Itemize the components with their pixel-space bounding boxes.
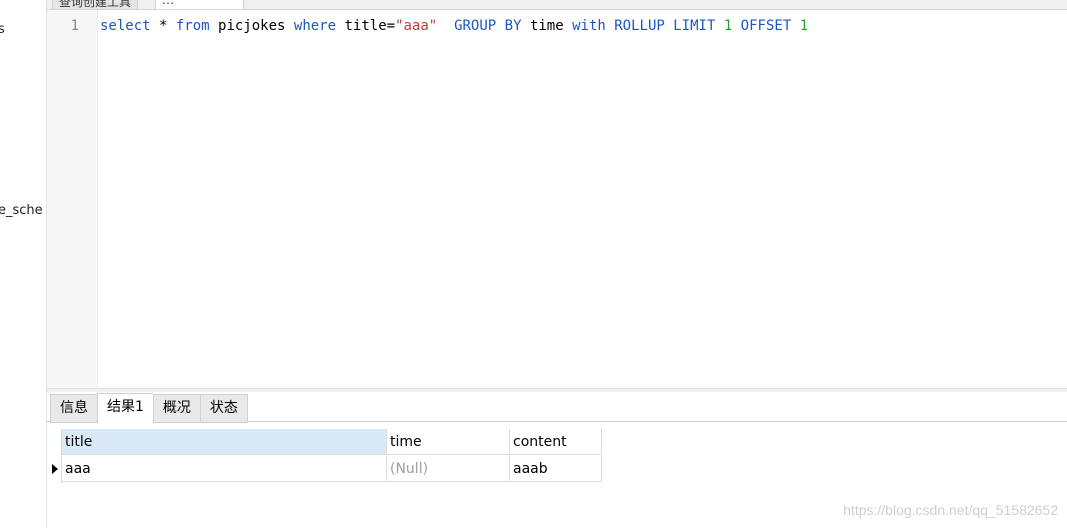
token-condition: title= [336, 18, 396, 34]
tab-info[interactable]: 信息 [50, 394, 97, 423]
token-string: "aaa" [395, 18, 438, 34]
tree-item-schema[interactable]: e_sche [0, 203, 43, 218]
token-column: time [521, 18, 573, 34]
line-gutter: 1 [47, 10, 98, 388]
tab-query-editor[interactable]: … [155, 0, 244, 9]
token-table: picjokes [209, 18, 294, 34]
query-tab-strip: 查询创建工具 … [47, 0, 1067, 10]
token-limit-number: 1 [715, 18, 733, 34]
token-offset-number: 1 [791, 18, 809, 34]
cell-title[interactable]: aaa [62, 456, 387, 482]
tree-item-s[interactable]: s [0, 22, 5, 37]
tab-profile[interactable]: 概况 [152, 394, 200, 423]
tab-query-builder[interactable]: 查询创建工具 [52, 0, 139, 9]
kw-with: with [572, 18, 606, 34]
cell-content[interactable]: aaab [510, 456, 602, 482]
kw-group-by: GROUP BY [437, 18, 522, 34]
row-indicator[interactable] [50, 456, 62, 483]
tab-result1[interactable]: 结果1 [97, 393, 153, 424]
grid-header-row: title time content [50, 429, 602, 456]
kw-from: from [175, 18, 210, 34]
kw-rollup-limit: ROLLUP LIMIT [605, 18, 716, 34]
column-header-title[interactable]: title [62, 429, 387, 455]
sql-editor[interactable]: 1 select * from picjokes where title="aa… [47, 10, 1067, 388]
cell-time[interactable]: (Null) [387, 456, 510, 482]
table-row[interactable]: aaa (Null) aaab [50, 456, 602, 483]
token-star: * [150, 18, 176, 34]
result-tabs: 信息 结果1 概况 状态 [50, 393, 248, 424]
kw-select: select [100, 18, 151, 34]
column-header-content[interactable]: content [510, 429, 602, 455]
kw-offset: OFFSET [732, 18, 792, 34]
line-number: 1 [70, 18, 79, 34]
current-row-arrow-icon [52, 464, 58, 474]
sql-code-line[interactable]: select * from picjokes where title="aaa"… [100, 18, 808, 34]
editor-result-splitter[interactable] [47, 388, 1067, 392]
tab-status[interactable]: 状态 [199, 394, 248, 423]
result-grid[interactable]: title time content aaa (Null) aaab [50, 429, 602, 483]
header-row-indicator [50, 429, 62, 456]
kw-where: where [293, 18, 337, 34]
column-header-time[interactable]: time [387, 429, 510, 455]
watermark: https://blog.csdn.net/qq_51582652 [843, 502, 1058, 518]
database-tree: s e_sche [0, 0, 47, 528]
